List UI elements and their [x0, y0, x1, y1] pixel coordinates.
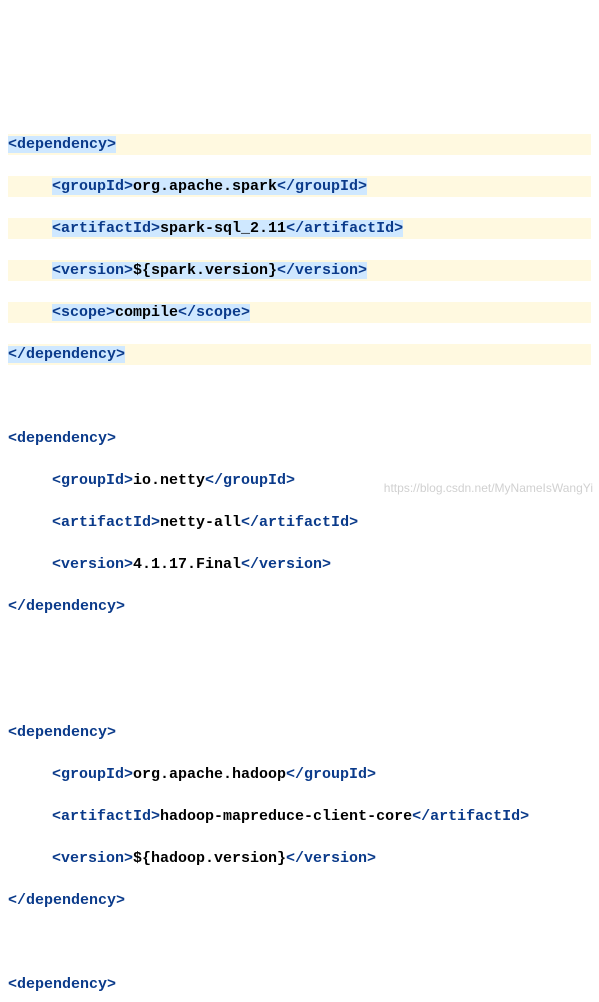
- version-value: 4.1.17.Final: [133, 556, 241, 573]
- artifactId-value: hadoop-mapreduce-client-core: [160, 808, 412, 825]
- code-line: <artifactId>hadoop-mapreduce-client-core…: [8, 806, 591, 827]
- code-line: <artifactId>netty-all</artifactId>: [8, 512, 591, 533]
- tag-dependency-open: <dependency>: [8, 724, 116, 741]
- tag-groupId-open: <groupId>: [52, 766, 133, 783]
- tag-dependency-close: </dependency>: [8, 598, 125, 615]
- code-line: <dependency>: [8, 974, 591, 995]
- tag-version-close: </version>: [241, 556, 331, 573]
- tag-artifactId-close: </artifactId>: [286, 220, 403, 237]
- code-line: <dependency>: [8, 722, 591, 743]
- tag-artifactId-open: <artifactId>: [52, 808, 160, 825]
- tag-artifactId-open: <artifactId>: [52, 514, 160, 531]
- tag-dependency-open: <dependency>: [8, 136, 116, 153]
- blank-line: [8, 680, 591, 701]
- groupId-value: org.apache.spark: [133, 178, 277, 195]
- tag-version-open: <version>: [52, 556, 133, 573]
- code-line: <scope>compile</scope>: [8, 302, 591, 323]
- version-value: ${hadoop.version}: [133, 850, 286, 867]
- tag-groupId-close: </groupId>: [286, 766, 376, 783]
- code-line: </dependency>: [8, 596, 591, 617]
- code-line: <groupId>org.apache.spark</groupId>: [8, 176, 591, 197]
- code-line: </dependency>: [8, 890, 591, 911]
- tag-dependency-close: </dependency>: [8, 892, 125, 909]
- tag-artifactId-close: </artifactId>: [412, 808, 529, 825]
- code-line: <dependency>: [8, 134, 591, 155]
- tag-version-open: <version>: [52, 850, 133, 867]
- tag-groupId-close: </groupId>: [277, 178, 367, 195]
- code-line: <version>${spark.version}</version>: [8, 260, 591, 281]
- version-value: ${spark.version}: [133, 262, 277, 279]
- code-line: <dependency>: [8, 428, 591, 449]
- groupId-value: org.apache.hadoop: [133, 766, 286, 783]
- code-line: </dependency>: [8, 344, 591, 365]
- tag-artifactId-open: <artifactId>: [52, 220, 160, 237]
- code-line: <version>4.1.17.Final</version>: [8, 554, 591, 575]
- code-line: <version>${hadoop.version}</version>: [8, 848, 591, 869]
- tag-groupId-open: <groupId>: [52, 178, 133, 195]
- tag-artifactId-close: </artifactId>: [241, 514, 358, 531]
- blank-line: [8, 638, 591, 659]
- xml-code-block: <dependency> <groupId>org.apache.spark</…: [8, 92, 591, 1002]
- blank-line: [8, 932, 591, 953]
- code-line: <artifactId>spark-sql_2.11</artifactId>: [8, 218, 591, 239]
- tag-scope-close: </scope>: [178, 304, 250, 321]
- tag-scope-open: <scope>: [52, 304, 115, 321]
- tag-version-close: </version>: [277, 262, 367, 279]
- blank-line: [8, 386, 591, 407]
- tag-groupId-open: <groupId>: [52, 472, 133, 489]
- tag-dependency-open: <dependency>: [8, 430, 116, 447]
- tag-dependency-close: </dependency>: [8, 346, 125, 363]
- tag-groupId-close: </groupId>: [205, 472, 295, 489]
- watermark-text: https://blog.csdn.net/MyNameIsWangYi: [384, 480, 593, 497]
- code-line: <groupId>org.apache.hadoop</groupId>: [8, 764, 591, 785]
- artifactId-value: spark-sql_2.11: [160, 220, 286, 237]
- tag-version-close: </version>: [286, 850, 376, 867]
- tag-version-open: <version>: [52, 262, 133, 279]
- artifactId-value: netty-all: [160, 514, 241, 531]
- groupId-value: io.netty: [133, 472, 205, 489]
- tag-dependency-open: <dependency>: [8, 976, 116, 993]
- scope-value: compile: [115, 304, 178, 321]
